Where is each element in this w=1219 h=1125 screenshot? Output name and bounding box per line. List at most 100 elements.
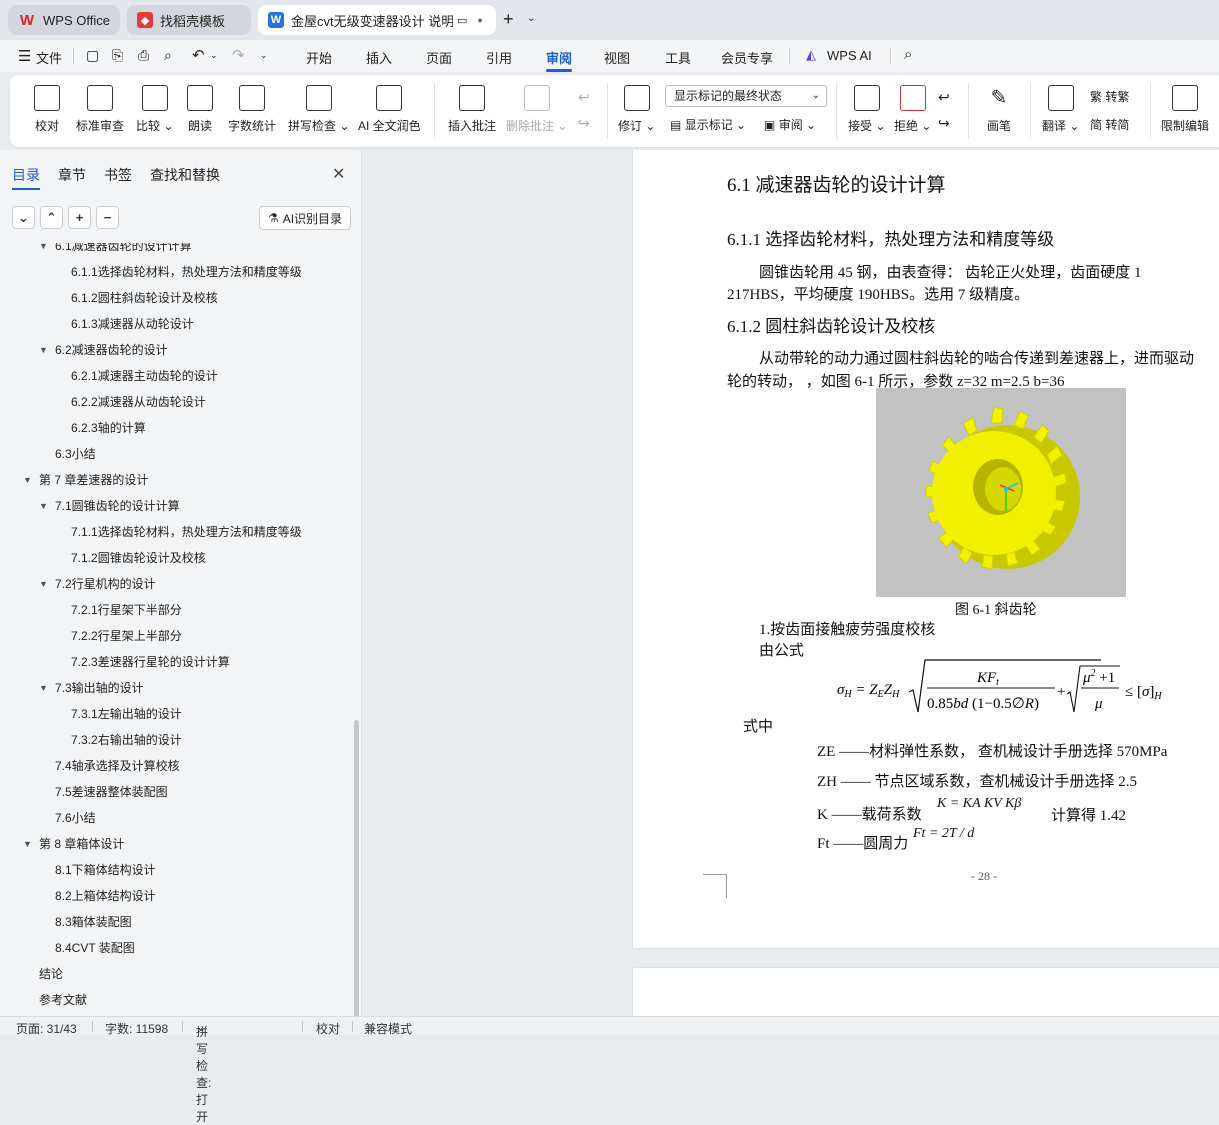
- toc-item[interactable]: ▼ 7.1圆锥齿轮的设计计算: [39, 493, 180, 519]
- menu-member[interactable]: 会员专享: [721, 48, 773, 67]
- toc-item[interactable]: 6.1.3减速器从动轮设计: [71, 311, 194, 337]
- collapse-down-icon[interactable]: ⌄: [12, 206, 35, 229]
- toc-item[interactable]: 7.3.2右输出轴的设计: [71, 727, 182, 753]
- compare-button[interactable]: 比较 ⌄: [136, 85, 173, 134]
- menu-page[interactable]: 页面: [426, 48, 452, 67]
- toc-item[interactable]: ▼ 7.3输出轴的设计: [39, 675, 144, 701]
- print-icon[interactable]: ⎙: [138, 47, 149, 64]
- pen-button[interactable]: ✎ 画笔: [986, 85, 1012, 134]
- next-change-icon[interactable]: ↪: [938, 115, 950, 132]
- next-comment-icon[interactable]: ↪: [578, 115, 590, 132]
- toc-item[interactable]: 参考文献: [39, 987, 87, 1013]
- expand-caret-icon[interactable]: ▼: [39, 493, 48, 519]
- proofread-button[interactable]: 校对: [34, 85, 60, 134]
- toc-item[interactable]: 7.4轴承选择及计算校核: [55, 753, 180, 779]
- to-simplified-button[interactable]: 简 转简: [1090, 116, 1129, 133]
- close-icon[interactable]: ✕: [332, 164, 345, 184]
- toc-item[interactable]: 8.4CVT 装配图: [55, 935, 135, 961]
- save-icon[interactable]: ▢: [86, 47, 99, 64]
- tab-template[interactable]: ◆ 找稻壳模板: [127, 5, 251, 35]
- toc-item[interactable]: 6.2.3轴的计算: [71, 415, 146, 441]
- menu-wps-ai[interactable]: WPS AI: [827, 48, 872, 63]
- print-preview-icon[interactable]: ⌕: [164, 47, 172, 64]
- spell-check-status[interactable]: 拼写检查: 打开 ⌄: [196, 1020, 211, 1124]
- toc-item[interactable]: 7.1.2圆锥齿轮设计及校核: [71, 545, 206, 571]
- expand-caret-icon[interactable]: ▼: [23, 467, 32, 493]
- prev-comment-icon[interactable]: ↩: [578, 89, 590, 106]
- hamburger-menu-icon[interactable]: ☰: [18, 47, 31, 65]
- reject-button[interactable]: 拒绝 ⌄: [894, 85, 931, 134]
- markup-display-select[interactable]: 显示标记的最终状态 ⌄: [665, 85, 827, 107]
- toc-scrollbar[interactable]: [354, 720, 359, 1020]
- toc-item[interactable]: 6.1.1选择齿轮材料，热处理方法和精度等级: [71, 259, 302, 285]
- menu-insert[interactable]: 插入: [366, 48, 392, 67]
- insert-comment-button[interactable]: 插入批注: [448, 85, 496, 134]
- ai-toc-button[interactable]: ⚗ AI识别目录: [259, 206, 351, 230]
- review-pane-button[interactable]: ▣ 审阅 ⌄: [764, 116, 816, 133]
- toc-item[interactable]: 结论: [39, 961, 63, 987]
- undo-chevron-icon[interactable]: ⌄: [210, 50, 218, 61]
- page-indicator[interactable]: 页面: 31/43: [16, 1020, 77, 1037]
- toc-item[interactable]: ▼ 第 8 章箱体设计: [23, 831, 124, 857]
- track-changes-button[interactable]: 修订 ⌄: [618, 85, 655, 134]
- ai-polish-button[interactable]: AI 全文润色: [358, 85, 421, 134]
- menu-review[interactable]: 审阅: [546, 48, 572, 67]
- toc-item[interactable]: 7.2.2行星架上半部分: [71, 623, 182, 649]
- expand-caret-icon[interactable]: ▼: [39, 337, 48, 363]
- toc-item[interactable]: ▼ 7.2行星机构的设计: [39, 571, 156, 597]
- toc-item[interactable]: 6.2.2减速器从动齿轮设计: [71, 389, 206, 415]
- toc-item[interactable]: 8.2上箱体结构设计: [55, 883, 156, 909]
- redo-icon[interactable]: ↷: [232, 46, 245, 64]
- expand-caret-icon[interactable]: ▼: [39, 675, 48, 701]
- helical-gear-figure[interactable]: [876, 388, 1126, 597]
- tab-toc[interactable]: 目录: [12, 165, 40, 185]
- to-traditional-button[interactable]: 繁 转繁: [1090, 88, 1129, 105]
- more-chevron-icon[interactable]: ⌄: [260, 50, 268, 61]
- expand-caret-icon[interactable]: ▼: [23, 831, 32, 857]
- search-icon[interactable]: ⌕: [904, 46, 912, 63]
- tab-bookmark[interactable]: 书签: [104, 165, 132, 185]
- restrict-edit-button[interactable]: 限制编辑: [1161, 85, 1209, 134]
- show-markup-button[interactable]: ▤ 显示标记 ⌄: [670, 116, 746, 133]
- toc-item[interactable]: ▼ 6.1减速器齿轮的设计计算: [39, 243, 192, 259]
- toc-item[interactable]: 8.3箱体装配图: [55, 909, 132, 935]
- toc-item[interactable]: 7.6小结: [55, 805, 96, 831]
- tab-document[interactable]: W 金屋cvt无级变速器设计 说明书 ▭ ●: [258, 5, 496, 35]
- menu-file[interactable]: 文件: [36, 48, 62, 67]
- toc-item[interactable]: 7.2.1行星架下半部分: [71, 597, 182, 623]
- expand-caret-icon[interactable]: ▼: [39, 571, 48, 597]
- new-tab-plus-icon[interactable]: +: [503, 9, 514, 30]
- toc-item[interactable]: 6.1.2圆柱斜齿轮设计及校核: [71, 285, 218, 311]
- tab-find-replace[interactable]: 查找和替换: [150, 165, 220, 185]
- remove-heading-icon[interactable]: −: [96, 206, 119, 229]
- delete-comment-button[interactable]: 删除批注 ⌄: [506, 85, 567, 134]
- accept-button[interactable]: 接受 ⌄: [848, 85, 885, 134]
- word-count-button[interactable]: 字数统计: [228, 85, 276, 134]
- proofread-status[interactable]: 校对: [316, 1020, 340, 1037]
- toc-item[interactable]: 8.1下箱体结构设计: [55, 857, 156, 883]
- standard-review-button[interactable]: 标准审查: [76, 85, 124, 134]
- toc-item[interactable]: ▼ 6.2减速器齿轮的设计: [39, 337, 168, 363]
- tab-wps-office[interactable]: W WPS Office: [8, 5, 120, 35]
- menu-tools[interactable]: 工具: [665, 48, 691, 67]
- collapse-up-icon[interactable]: ⌃: [40, 206, 63, 229]
- prev-change-icon[interactable]: ↩: [938, 89, 950, 106]
- export-icon[interactable]: ⎘: [112, 47, 123, 64]
- tab-list-chevron-icon[interactable]: ⌄: [527, 13, 535, 24]
- word-count[interactable]: 字数: 11598: [105, 1020, 168, 1037]
- toc-item[interactable]: 6.2.1减速器主动齿轮的设计: [71, 363, 218, 389]
- tab-chapter[interactable]: 章节: [58, 165, 86, 185]
- toc-item[interactable]: 7.1.1选择齿轮材料，热处理方法和精度等级: [71, 519, 302, 545]
- toc-item[interactable]: 7.3.1左输出轴的设计: [71, 701, 182, 727]
- expand-caret-icon[interactable]: ▼: [39, 243, 48, 259]
- tab-unsaved-dot-icon[interactable]: ●: [477, 15, 482, 25]
- read-aloud-button[interactable]: 朗读: [187, 85, 213, 134]
- spell-check-button[interactable]: 拼写检查 ⌄: [288, 85, 349, 134]
- menu-start[interactable]: 开始: [306, 48, 332, 67]
- translate-button[interactable]: 翻译 ⌄: [1042, 85, 1079, 134]
- menu-reference[interactable]: 引用: [486, 48, 512, 67]
- undo-icon[interactable]: ↶: [192, 46, 205, 64]
- menu-view[interactable]: 视图: [604, 48, 630, 67]
- toc-item[interactable]: 7.5差速器整体装配图: [55, 779, 168, 805]
- toc-item[interactable]: ▼ 第 7 章差速器的设计: [23, 467, 148, 493]
